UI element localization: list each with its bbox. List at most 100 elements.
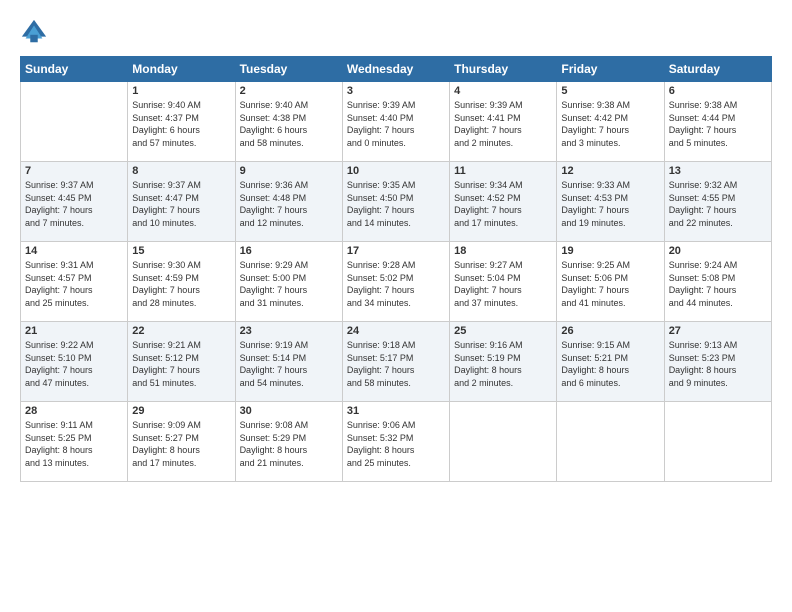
day-number: 15 xyxy=(132,245,230,257)
week-row-4: 21 Sunrise: 9:22 AMSunset: 5:10 PMDayligh… xyxy=(21,322,772,402)
day-number: 14 xyxy=(25,245,123,257)
day-number: 11 xyxy=(454,165,552,177)
page-container: SundayMondayTuesdayWednesdayThursdayFrid… xyxy=(0,0,792,492)
day-info: Sunrise: 9:29 AMSunset: 5:00 PMDaylight:… xyxy=(240,259,338,309)
day-number: 19 xyxy=(561,245,659,257)
header-cell-thursday: Thursday xyxy=(450,57,557,82)
calendar-cell: 22 Sunrise: 9:21 AMSunset: 5:12 PMDayligh… xyxy=(128,322,235,402)
calendar-cell: 25Sunrise: 9:16 AMSunset: 5:19 PMDayligh… xyxy=(450,322,557,402)
day-info: Sunrise: 9:11 AMSunset: 5:25 PMDaylight:… xyxy=(25,419,123,469)
day-info: Sunrise: 9:15 AMSunset: 5:21 PMDaylight:… xyxy=(561,339,659,389)
day-info: Sunrise: 9:31 AMSunset: 4:57 PMDaylight:… xyxy=(25,259,123,309)
calendar-cell xyxy=(450,402,557,482)
calendar-cell: 8 Sunrise: 9:37 AMSunset: 4:47 PMDaylight… xyxy=(128,162,235,242)
day-info: Sunrise: 9:24 AMSunset: 5:08 PMDaylight:… xyxy=(669,259,767,309)
calendar-cell: 26 Sunrise: 9:15 AMSunset: 5:21 PMDayligh… xyxy=(557,322,664,402)
header-cell-saturday: Saturday xyxy=(664,57,771,82)
day-number: 22 xyxy=(132,325,230,337)
day-info: Sunrise: 9:13 AMSunset: 5:23 PMDaylight:… xyxy=(669,339,767,389)
day-number: 17 xyxy=(347,245,445,257)
calendar-table: SundayMondayTuesdayWednesdayThursdayFrid… xyxy=(20,56,772,482)
day-info: Sunrise: 9:36 AMSunset: 4:48 PMDaylight:… xyxy=(240,179,338,229)
day-info: Sunrise: 9:37 AMSunset: 4:47 PMDaylight:… xyxy=(132,179,230,229)
day-number: 25 xyxy=(454,325,552,337)
day-info: Sunrise: 9:18 AMSunset: 5:17 PMDaylight:… xyxy=(347,339,445,389)
header-cell-wednesday: Wednesday xyxy=(342,57,449,82)
week-row-3: 14 Sunrise: 9:31 AMSunset: 4:57 PMDayligh… xyxy=(21,242,772,322)
day-number: 29 xyxy=(132,405,230,417)
week-row-5: 28 Sunrise: 9:11 AMSunset: 5:25 PMDayligh… xyxy=(21,402,772,482)
day-number: 5 xyxy=(561,85,659,97)
day-number: 7 xyxy=(25,165,123,177)
calendar-cell: 6Sunrise: 9:38 AMSunset: 4:44 PMDaylight… xyxy=(664,82,771,162)
calendar-cell: 9 Sunrise: 9:36 AMSunset: 4:48 PMDaylight… xyxy=(235,162,342,242)
day-number: 8 xyxy=(132,165,230,177)
day-number: 30 xyxy=(240,405,338,417)
day-info: Sunrise: 9:34 AMSunset: 4:52 PMDaylight:… xyxy=(454,179,552,229)
day-number: 24 xyxy=(347,325,445,337)
calendar-cell: 11 Sunrise: 9:34 AMSunset: 4:52 PMDayligh… xyxy=(450,162,557,242)
day-number: 27 xyxy=(669,325,767,337)
calendar-cell: 15 Sunrise: 9:30 AMSunset: 4:59 PMDayligh… xyxy=(128,242,235,322)
header-cell-monday: Monday xyxy=(128,57,235,82)
day-info: Sunrise: 9:33 AMSunset: 4:53 PMDaylight:… xyxy=(561,179,659,229)
day-info: Sunrise: 9:35 AMSunset: 4:50 PMDaylight:… xyxy=(347,179,445,229)
day-info: Sunrise: 9:25 AMSunset: 5:06 PMDaylight:… xyxy=(561,259,659,309)
calendar-cell: 27 Sunrise: 9:13 AMSunset: 5:23 PMDayligh… xyxy=(664,322,771,402)
day-info: Sunrise: 9:09 AMSunset: 5:27 PMDaylight:… xyxy=(132,419,230,469)
day-number: 1 xyxy=(132,85,230,97)
calendar-cell: 20 Sunrise: 9:24 AMSunset: 5:08 PMDayligh… xyxy=(664,242,771,322)
day-number: 31 xyxy=(347,405,445,417)
calendar-cell: 30Sunrise: 9:08 AMSunset: 5:29 PMDayligh… xyxy=(235,402,342,482)
day-info: Sunrise: 9:39 AMSunset: 4:40 PMDaylight:… xyxy=(347,99,445,149)
calendar-cell xyxy=(21,82,128,162)
calendar-cell: 18 Sunrise: 9:27 AMSunset: 5:04 PMDayligh… xyxy=(450,242,557,322)
calendar-cell: 4 Sunrise: 9:39 AMSunset: 4:41 PMDaylight… xyxy=(450,82,557,162)
day-number: 26 xyxy=(561,325,659,337)
day-info: Sunrise: 9:40 AMSunset: 4:37 PMDaylight:… xyxy=(132,99,230,149)
calendar-cell: 13 Sunrise: 9:32 AMSunset: 4:55 PMDayligh… xyxy=(664,162,771,242)
day-number: 20 xyxy=(669,245,767,257)
day-info: Sunrise: 9:27 AMSunset: 5:04 PMDaylight:… xyxy=(454,259,552,309)
calendar-cell: 3 Sunrise: 9:39 AMSunset: 4:40 PMDaylight… xyxy=(342,82,449,162)
logo-icon xyxy=(20,18,48,46)
calendar-cell xyxy=(664,402,771,482)
day-number: 28 xyxy=(25,405,123,417)
day-number: 9 xyxy=(240,165,338,177)
calendar-cell: 10 Sunrise: 9:35 AMSunset: 4:50 PMDayligh… xyxy=(342,162,449,242)
calendar-cell: 21 Sunrise: 9:22 AMSunset: 5:10 PMDayligh… xyxy=(21,322,128,402)
calendar-cell: 12Sunrise: 9:33 AMSunset: 4:53 PMDayligh… xyxy=(557,162,664,242)
header xyxy=(20,18,772,46)
calendar-cell: 23 Sunrise: 9:19 AMSunset: 5:14 PMDayligh… xyxy=(235,322,342,402)
day-info: Sunrise: 9:28 AMSunset: 5:02 PMDaylight:… xyxy=(347,259,445,309)
day-info: Sunrise: 9:30 AMSunset: 4:59 PMDaylight:… xyxy=(132,259,230,309)
day-number: 16 xyxy=(240,245,338,257)
week-row-2: 7Sunrise: 9:37 AMSunset: 4:45 PMDaylight… xyxy=(21,162,772,242)
day-number: 3 xyxy=(347,85,445,97)
day-number: 6 xyxy=(669,85,767,97)
day-number: 23 xyxy=(240,325,338,337)
day-number: 18 xyxy=(454,245,552,257)
calendar-cell xyxy=(557,402,664,482)
day-info: Sunrise: 9:39 AMSunset: 4:41 PMDaylight:… xyxy=(454,99,552,149)
day-number: 13 xyxy=(669,165,767,177)
header-cell-sunday: Sunday xyxy=(21,57,128,82)
header-cell-tuesday: Tuesday xyxy=(235,57,342,82)
calendar-cell: 16 Sunrise: 9:29 AMSunset: 5:00 PMDayligh… xyxy=(235,242,342,322)
day-info: Sunrise: 9:40 AMSunset: 4:38 PMDaylight:… xyxy=(240,99,338,149)
day-info: Sunrise: 9:22 AMSunset: 5:10 PMDaylight:… xyxy=(25,339,123,389)
day-number: 21 xyxy=(25,325,123,337)
calendar-cell: 7Sunrise: 9:37 AMSunset: 4:45 PMDaylight… xyxy=(21,162,128,242)
calendar-cell: 14 Sunrise: 9:31 AMSunset: 4:57 PMDayligh… xyxy=(21,242,128,322)
day-info: Sunrise: 9:32 AMSunset: 4:55 PMDaylight:… xyxy=(669,179,767,229)
day-info: Sunrise: 9:21 AMSunset: 5:12 PMDaylight:… xyxy=(132,339,230,389)
day-info: Sunrise: 9:19 AMSunset: 5:14 PMDaylight:… xyxy=(240,339,338,389)
day-info: Sunrise: 9:38 AMSunset: 4:42 PMDaylight:… xyxy=(561,99,659,149)
day-number: 10 xyxy=(347,165,445,177)
calendar-cell: 19 Sunrise: 9:25 AMSunset: 5:06 PMDayligh… xyxy=(557,242,664,322)
logo xyxy=(20,18,52,46)
day-number: 4 xyxy=(454,85,552,97)
week-row-1: 1 Sunrise: 9:40 AMSunset: 4:37 PMDaylight… xyxy=(21,82,772,162)
calendar-cell: 1 Sunrise: 9:40 AMSunset: 4:37 PMDaylight… xyxy=(128,82,235,162)
calendar-cell: 24 Sunrise: 9:18 AMSunset: 5:17 PMDayligh… xyxy=(342,322,449,402)
